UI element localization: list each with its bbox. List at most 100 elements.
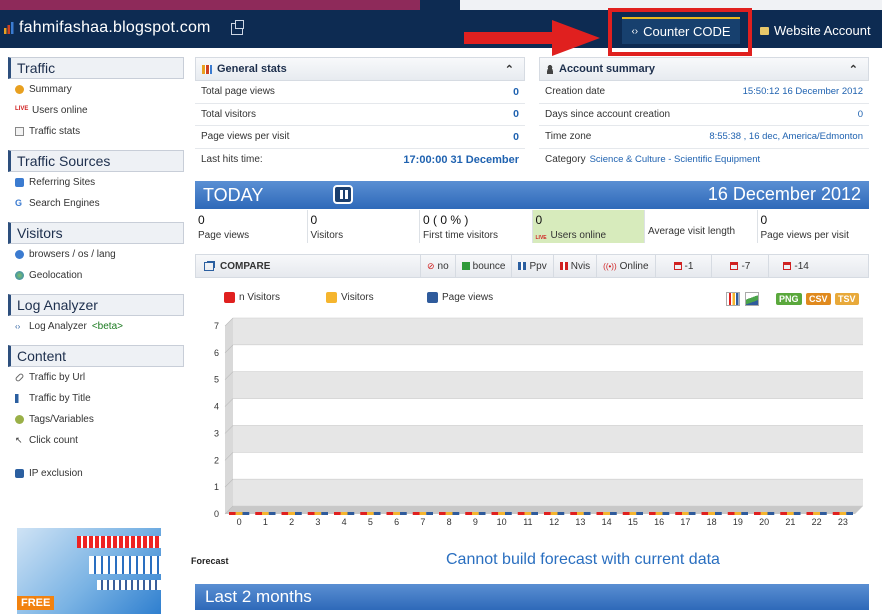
bar[interactable] [610,512,617,515]
bar[interactable] [505,512,512,515]
sidebar-item-click-count[interactable]: ↖ Click count [8,430,184,451]
pause-icon[interactable] [333,185,353,204]
bar[interactable] [400,512,407,515]
compare-option-online[interactable]: ((•)) Online [596,254,654,278]
bar[interactable] [419,512,427,515]
compare-option-minus-7[interactable]: -7 [711,254,768,278]
sidebar-item-geolocation[interactable]: Geolocation [8,265,184,286]
sidebar-item-browsers[interactable]: browsers / os / lang [8,244,184,265]
compare-option-minus-1[interactable]: -1 [654,254,712,278]
bar[interactable] [734,512,742,515]
site-title[interactable]: fahmifashaa.blogspot.com [19,19,211,37]
compare-option-ppv[interactable]: Ppv [511,254,552,278]
bar[interactable] [334,512,341,515]
bar[interactable] [367,512,374,515]
sidebar-item-search-engines[interactable]: G Search Engines [8,193,184,214]
bar[interactable] [780,512,787,515]
legend-item[interactable]: Visitors [326,292,374,303]
bar[interactable] [229,512,236,515]
bar[interactable] [524,512,532,515]
bar[interactable] [465,512,472,515]
bar[interactable] [452,512,460,515]
area-chart-type-icon[interactable] [745,292,759,306]
compare-option-no[interactable]: ⊘ no [420,254,455,278]
bar[interactable] [603,512,610,515]
bar[interactable] [662,512,670,515]
bar[interactable] [675,512,682,515]
bar[interactable] [820,512,827,515]
bar[interactable] [649,512,656,515]
sidebar-item-referring-sites[interactable]: Referring Sites [8,172,184,193]
sidebar-item-summary[interactable]: Summary [8,79,184,100]
bar[interactable] [767,512,775,515]
bar[interactable] [832,512,840,515]
bar[interactable] [307,512,315,515]
bar[interactable] [268,512,276,515]
export-png-button[interactable]: PNG [776,293,802,305]
metric-users-online[interactable]: 0 LIVE Users online [532,210,645,243]
last-2-months-header[interactable]: Last 2 months [195,584,869,610]
bar[interactable] [340,512,348,515]
bar[interactable] [412,512,420,515]
bar[interactable] [426,512,433,515]
compare-option-bounce[interactable]: bounce [454,254,512,278]
bar[interactable] [235,512,243,515]
bar[interactable] [478,512,486,515]
bar[interactable] [255,512,262,515]
bar[interactable] [583,512,591,515]
bar[interactable] [321,512,328,515]
bar-chart-type-icon[interactable] [726,292,740,306]
bar[interactable] [655,512,663,515]
bar[interactable] [242,512,250,515]
export-csv-button[interactable]: CSV [806,293,831,305]
bar[interactable] [288,512,295,515]
bar[interactable] [557,512,565,515]
bar[interactable] [445,512,453,515]
external-link-icon[interactable] [231,20,244,35]
bar[interactable] [754,512,761,515]
bar[interactable] [701,512,709,515]
bar[interactable] [727,512,735,515]
bar[interactable] [386,512,394,515]
bar[interactable] [295,512,302,515]
bar[interactable] [839,512,847,515]
bar[interactable] [393,512,400,515]
bar[interactable] [741,512,748,515]
sidebar-item-traffic-stats[interactable]: Traffic stats [8,121,184,142]
bar[interactable] [715,512,722,515]
bar[interactable] [596,512,604,515]
general-stats-header[interactable]: General stats ⌃ [195,57,525,81]
export-tsv-button[interactable]: TSV [835,293,859,305]
bar[interactable] [787,512,794,515]
bar[interactable] [629,512,637,515]
bar[interactable] [491,512,499,515]
category-link[interactable]: Science & Culture - Scientific Equipment [590,154,761,165]
bar[interactable] [570,512,577,515]
compare-option-minus-14[interactable]: -14 [768,254,822,278]
collapse-icon[interactable]: ⌃ [849,63,858,76]
bar[interactable] [813,512,820,515]
bar[interactable] [688,512,696,515]
advertisement-banner[interactable]: FREE [17,528,161,614]
sidebar-item-users-online[interactable]: LIVE Users online [8,100,184,121]
bar[interactable] [262,512,269,515]
sidebar-item-traffic-by-title[interactable]: Traffic by Title [8,388,184,409]
bar[interactable] [373,512,381,515]
bar[interactable] [708,512,715,515]
collapse-icon[interactable]: ⌃ [505,63,514,76]
bar[interactable] [760,512,768,515]
bar[interactable] [577,512,584,515]
sidebar-item-tags[interactable]: Tags/Variables [8,409,184,430]
bar[interactable] [636,512,643,515]
bar[interactable] [498,512,505,515]
bar[interactable] [281,512,289,515]
bar[interactable] [846,512,853,515]
bar[interactable] [360,512,367,515]
bar[interactable] [531,512,538,515]
sidebar-item-traffic-by-url[interactable]: Traffic by Url [8,367,184,388]
bar[interactable] [517,512,525,515]
bar[interactable] [793,512,801,515]
bar[interactable] [544,512,551,515]
sidebar-item-ip-exclusion[interactable]: IP exclusion [8,463,184,484]
bar[interactable] [347,512,355,515]
